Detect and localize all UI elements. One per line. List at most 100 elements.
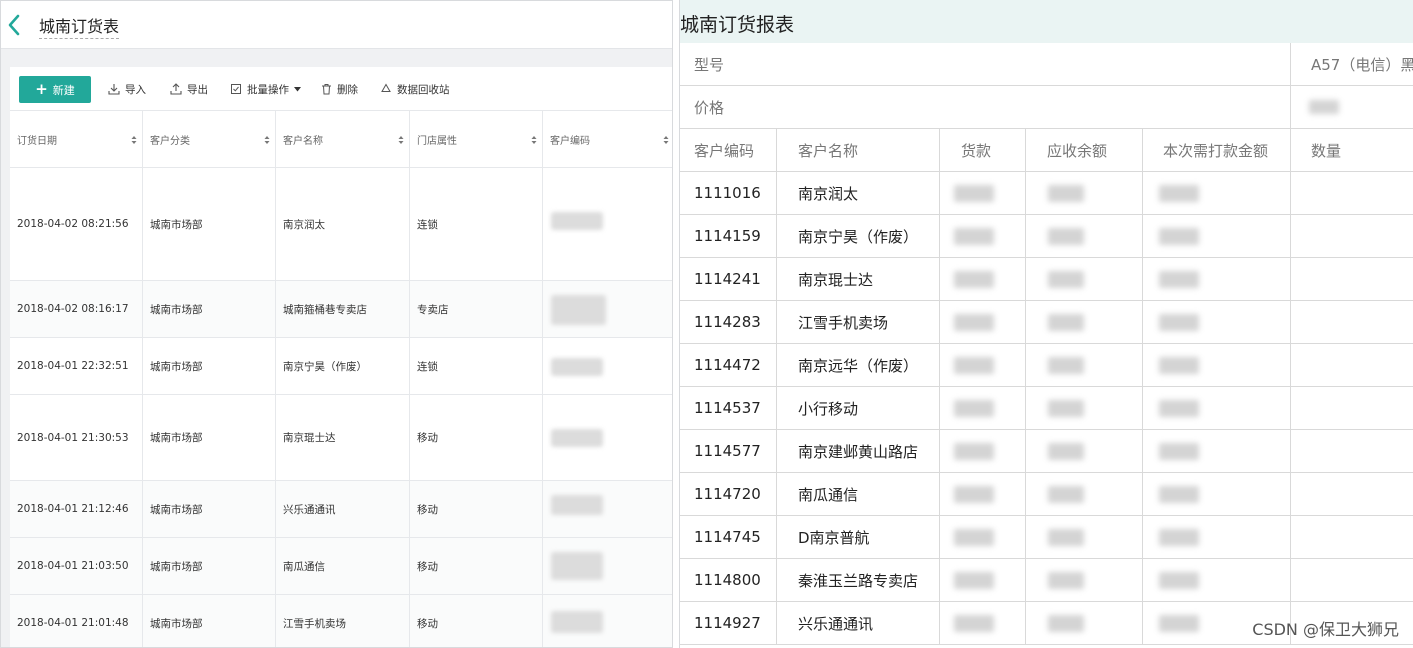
cell-customer-name: 南京润太 xyxy=(276,168,410,280)
cell-customer-name: 兴乐通通讯 xyxy=(777,602,940,645)
cell-customer-code-redacted xyxy=(543,538,672,594)
import-button[interactable]: 导入 xyxy=(108,81,146,97)
export-button[interactable]: 导出 xyxy=(170,81,208,97)
cell-quantity xyxy=(1291,215,1413,258)
batch-operation-dropdown[interactable]: 批量操作 xyxy=(230,81,301,97)
recycle-icon xyxy=(381,83,391,92)
column-header-quantity: 数量 xyxy=(1291,129,1413,172)
sort-icon[interactable] xyxy=(531,135,537,145)
column-header-receivable-balance: 应收余额 xyxy=(1026,129,1143,172)
cell-customer-name: 秦淮玉兰路专卖店 xyxy=(777,559,940,602)
sort-icon[interactable] xyxy=(264,135,270,145)
cell-customer-name: 南京宁昊（作废） xyxy=(276,338,410,394)
cell-customer-name: 江雪手机卖场 xyxy=(276,595,410,647)
sort-icon[interactable] xyxy=(398,135,404,145)
table-row[interactable]: 2018-04-01 21:01:48 城南市场部 江雪手机卖场 移动 xyxy=(10,595,672,647)
table-header: 订货日期 客户分类 客户名称 门店属性 客户编码 xyxy=(10,111,672,168)
cell-amount-due-redacted xyxy=(1143,559,1291,602)
cell-payment-redacted xyxy=(940,172,1026,215)
column-header-customer-code[interactable]: 客户编码 xyxy=(543,111,672,168)
back-chevron-icon[interactable] xyxy=(5,11,25,39)
page-title: 城南订货表 xyxy=(39,13,120,39)
cell-customer-code: 1114537 xyxy=(680,387,777,430)
column-header-order-date[interactable]: 订货日期 xyxy=(10,111,143,168)
cell-customer-code: 1114720 xyxy=(680,473,777,516)
cell-customer-code: 1114577 xyxy=(680,430,777,473)
order-report-window: 城南订货报表 型号 A57（电信）黑 价格 客户编码 客户名称 货款 应收余额 … xyxy=(679,0,1413,648)
watermark: CSDN @保卫大狮兄 xyxy=(1252,620,1399,639)
sort-icon[interactable] xyxy=(663,135,669,145)
cell-quantity xyxy=(1291,516,1413,559)
cell-amount-due-redacted xyxy=(1143,473,1291,516)
cell-receivable-redacted xyxy=(1026,172,1143,215)
cell-store-type: 移动 xyxy=(410,395,543,480)
column-header-store-type[interactable]: 门店属性 xyxy=(410,111,543,168)
cell-customer-code-redacted xyxy=(543,395,672,480)
column-header-amount-due: 本次需打款金额 xyxy=(1143,129,1291,172)
cell-amount-due-redacted xyxy=(1143,258,1291,301)
sort-icon[interactable] xyxy=(131,135,137,145)
model-label: 型号 xyxy=(680,43,1291,86)
cell-receivable-redacted xyxy=(1026,602,1143,645)
cell-customer-name: 南京琨士达 xyxy=(276,395,410,480)
price-label: 价格 xyxy=(680,86,1291,129)
upload-icon xyxy=(170,83,182,95)
cell-payment-redacted xyxy=(940,344,1026,387)
trash-icon xyxy=(322,84,331,95)
cell-customer-code: 1114283 xyxy=(680,301,777,344)
cell-customer-code: 1114745 xyxy=(680,516,777,559)
cell-customer-name: 南京建邺黄山路店 xyxy=(777,430,940,473)
cell-quantity xyxy=(1291,344,1413,387)
cell-quantity xyxy=(1291,301,1413,344)
checklist-icon xyxy=(231,84,241,94)
order-list-window: 城南订货表 + 新建 导入 导出 批量操作 删除 数据回收站 订货日期 客户分类… xyxy=(0,0,673,648)
cell-amount-due-redacted xyxy=(1143,215,1291,258)
cell-store-type: 连锁 xyxy=(410,338,543,394)
cell-receivable-redacted xyxy=(1026,301,1143,344)
cell-quantity xyxy=(1291,473,1413,516)
cell-receivable-redacted xyxy=(1026,387,1143,430)
cell-customer-code: 1114800 xyxy=(680,559,777,602)
recycle-bin-label: 数据回收站 xyxy=(397,83,450,96)
new-button[interactable]: + 新建 xyxy=(19,76,91,103)
cell-order-date: 2018-04-01 22:32:51 xyxy=(10,338,143,394)
table-row[interactable]: 2018-04-02 08:16:17 城南市场部 城南箍桶巷专卖店 专卖店 xyxy=(10,281,672,338)
recycle-bin-button[interactable]: 数据回收站 xyxy=(380,81,450,97)
plus-icon: + xyxy=(35,80,48,98)
cell-customer-name: 南京远华（作废） xyxy=(777,344,940,387)
cell-customer-code-redacted xyxy=(543,168,672,280)
cell-customer-name: 城南箍桶巷专卖店 xyxy=(276,281,410,337)
cell-payment-redacted xyxy=(940,258,1026,301)
table-row[interactable]: 2018-04-01 21:03:50 城南市场部 南瓜通信 移动 xyxy=(10,538,672,595)
model-value: A57（电信）黑 xyxy=(1291,43,1413,86)
top-bar: 城南订货表 xyxy=(1,1,672,49)
cell-customer-code-redacted xyxy=(543,338,672,394)
delete-button[interactable]: 删除 xyxy=(321,81,358,97)
table-row[interactable]: 2018-04-01 21:12:46 城南市场部 兴乐通通讯 移动 xyxy=(10,481,672,538)
cell-customer-category: 城南市场部 xyxy=(143,168,276,280)
cell-order-date: 2018-04-01 21:03:50 xyxy=(10,538,143,594)
cell-payment-redacted xyxy=(940,430,1026,473)
cell-quantity xyxy=(1291,172,1413,215)
cell-order-date: 2018-04-02 08:21:56 xyxy=(10,168,143,280)
column-header-customer-name[interactable]: 客户名称 xyxy=(276,111,410,168)
cell-customer-name: 小行移动 xyxy=(777,387,940,430)
cell-customer-name: 南京润太 xyxy=(777,172,940,215)
cell-store-type: 连锁 xyxy=(410,168,543,280)
cell-order-date: 2018-04-01 21:30:53 xyxy=(10,395,143,480)
cell-customer-code: 1114159 xyxy=(680,215,777,258)
cell-customer-category: 城南市场部 xyxy=(143,481,276,537)
table-row[interactable]: 2018-04-02 08:21:56 城南市场部 南京润太 连锁 xyxy=(10,168,672,281)
cell-amount-due-redacted xyxy=(1143,387,1291,430)
table-row[interactable]: 2018-04-01 22:32:51 城南市场部 南京宁昊（作废） 连锁 xyxy=(10,338,672,395)
cell-quantity xyxy=(1291,559,1413,602)
column-header-customer-category[interactable]: 客户分类 xyxy=(143,111,276,168)
cell-amount-due-redacted xyxy=(1143,430,1291,473)
cell-receivable-redacted xyxy=(1026,516,1143,559)
table-row[interactable]: 2018-04-01 21:30:53 城南市场部 南京琨士达 移动 xyxy=(10,395,672,481)
table-panel: + 新建 导入 导出 批量操作 删除 数据回收站 订货日期 客户分类 客户名称 … xyxy=(10,67,672,647)
new-button-label: 新建 xyxy=(52,83,75,97)
cell-receivable-redacted xyxy=(1026,559,1143,602)
cell-store-type: 移动 xyxy=(410,538,543,594)
cell-amount-due-redacted xyxy=(1143,301,1291,344)
